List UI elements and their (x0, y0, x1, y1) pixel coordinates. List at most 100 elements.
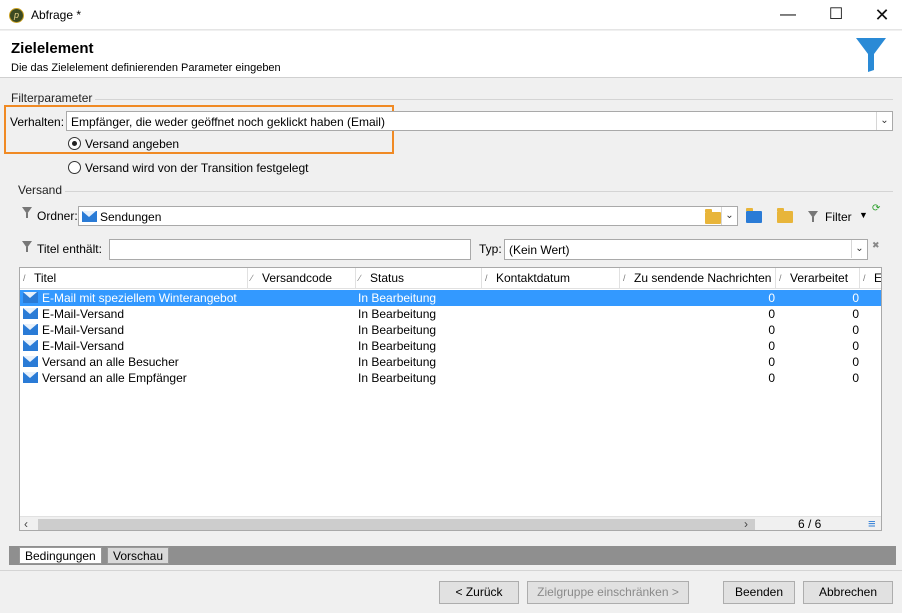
minimize-icon[interactable]: — (765, 0, 811, 30)
column-header-to-send[interactable]: / Zu sendende Nachrichten (620, 268, 776, 289)
envelope-icon (23, 308, 38, 319)
cell-status: In Bearbeitung (358, 307, 437, 321)
title-contains-input[interactable] (109, 239, 471, 260)
funnel-icon (856, 38, 886, 72)
envelope-icon (23, 356, 38, 367)
radio-specify-delivery[interactable] (68, 137, 81, 150)
cell-processed: 0 (852, 355, 859, 369)
chevron-down-icon[interactable]: ⌄ (876, 112, 892, 130)
sort-icon: / (863, 273, 866, 283)
cell-title: E-Mail-Versand (42, 323, 125, 337)
tab-conditions[interactable]: Bedingungen (19, 547, 102, 564)
narrow-target-button[interactable]: Zielgruppe einschränken > (527, 581, 689, 604)
radio-transition-delivery[interactable] (68, 161, 81, 174)
scroll-left-icon[interactable]: ‹ (24, 517, 28, 530)
maximize-icon[interactable]: ☐ (813, 0, 859, 30)
folder-value: Sendungen (100, 210, 162, 224)
cell-status: In Bearbeitung (358, 371, 437, 385)
table-row[interactable]: E-Mail-Versand In Bearbeitung 0 0 (20, 338, 881, 354)
sort-icon: / (623, 273, 626, 283)
cell-title: Versand an alle Empfänger (42, 371, 187, 385)
clear-icon[interactable]: ✖ (872, 240, 880, 251)
cell-title: E-Mail-Versand (42, 339, 125, 353)
column-header-status[interactable]: ∕ Status (356, 268, 482, 289)
radio-specify-delivery-label: Versand angeben (85, 137, 180, 151)
cell-to-send: 0 (768, 339, 775, 353)
table-row[interactable]: Versand an alle Empfänger In Bearbeitung 0… (20, 370, 881, 386)
cell-to-send: 0 (768, 371, 775, 385)
envelope-icon (23, 324, 38, 335)
column-header-more[interactable]: /Er (860, 268, 881, 289)
type-select-value: (Kein Wert) (509, 243, 570, 257)
envelope-icon (82, 211, 97, 222)
delivery-section-label: Versand (18, 183, 63, 197)
refresh-icon[interactable]: ⟳ (872, 203, 880, 214)
cell-status: In Bearbeitung (358, 339, 437, 353)
cell-to-send: 0 (768, 323, 775, 337)
horizontal-scrollbar[interactable]: ‹ › 6 / 6 ≡ (20, 516, 881, 531)
cell-status: In Bearbeitung (358, 355, 437, 369)
sort-icon: ∕ (251, 273, 253, 283)
list-menu-icon[interactable]: ≡ (868, 516, 876, 530)
close-icon[interactable]: ✕ (859, 0, 902, 30)
column-header-title[interactable]: / Titel (20, 268, 248, 289)
footer-divider (0, 570, 902, 571)
title-bar: p Abfrage * — ☐ ✕ (0, 0, 902, 30)
new-folder-icon[interactable] (746, 208, 762, 223)
folder-select[interactable]: Sendungen ⌄ (78, 206, 738, 226)
cell-processed: 0 (852, 339, 859, 353)
delivery-table[interactable]: / Titel ∕ Versandcode ∕ Status / Kontaktdatu… (19, 267, 882, 531)
cell-title: E-Mail mit speziellem Winterangebot (42, 291, 237, 305)
cell-to-send: 0 (768, 291, 775, 305)
page-subtitle: Die das Zielelement definierenden Parame… (11, 62, 281, 74)
cell-status: In Bearbeitung (358, 291, 437, 305)
radio-transition-delivery-label: Versand wird von der Transition festgele… (85, 161, 309, 175)
envelope-icon (23, 340, 38, 351)
cell-status: In Bearbeitung (358, 323, 437, 337)
scrollbar-thumb[interactable] (38, 519, 755, 530)
cell-to-send: 0 (768, 355, 775, 369)
sort-icon: / (23, 273, 26, 283)
page-title: Zielelement (11, 40, 94, 57)
chevron-down-icon[interactable]: ⌄ (851, 240, 867, 258)
column-header-code[interactable]: ∕ Versandcode (248, 268, 356, 289)
table-header: / Titel ∕ Versandcode ∕ Status / Kontaktdatu… (20, 268, 881, 289)
title-filter-icon (22, 241, 32, 252)
page-count: 6 / 6 (798, 517, 822, 531)
column-header-processed[interactable]: / Verarbeitet (776, 268, 860, 289)
folder-filter-icon (22, 207, 32, 218)
app-icon: p (9, 8, 24, 23)
cell-processed: 0 (852, 323, 859, 337)
cell-title: Versand an alle Besucher (42, 355, 179, 369)
type-select[interactable]: (Kein Wert) ⌄ (504, 239, 868, 260)
delivery-section-divider (65, 191, 893, 192)
filter-section-divider (95, 99, 893, 100)
cell-title: E-Mail-Versand (42, 307, 125, 321)
table-row[interactable]: Versand an alle Besucher In Bearbeitung 0 0 (20, 354, 881, 370)
filter-dropdown-icon[interactable]: ▼ (859, 210, 868, 220)
chevron-down-icon[interactable]: ⌄ (721, 207, 737, 225)
filter-section-label: Filterparameter (11, 91, 93, 105)
column-header-contact-date[interactable]: / Kontaktdatum (482, 268, 620, 289)
envelope-icon (23, 372, 38, 383)
cancel-button[interactable]: Abbrechen (803, 581, 893, 604)
behavior-select[interactable]: Empfänger, die weder geöffnet noch gekli… (66, 111, 893, 131)
table-row[interactable]: E-Mail-Versand In Bearbeitung 0 0 (20, 322, 881, 338)
open-folder-icon[interactable] (777, 208, 793, 223)
table-row[interactable]: E-Mail mit speziellem Winterangebot In Be… (20, 290, 881, 306)
behavior-select-value: Empfänger, die weder geöffnet noch gekli… (71, 115, 385, 129)
cell-to-send: 0 (768, 307, 775, 321)
table-row[interactable]: E-Mail-Versand In Bearbeitung 0 0 (20, 306, 881, 322)
sort-icon: ∕ (359, 273, 361, 283)
scroll-right-icon[interactable]: › (744, 517, 748, 530)
window-title: Abfrage * (31, 8, 82, 22)
type-label: Typ: (479, 242, 502, 256)
folder-icon[interactable] (705, 209, 721, 224)
sort-icon: / (779, 273, 782, 283)
filter-button[interactable]: Filter (825, 210, 852, 224)
filter-icon (808, 211, 818, 222)
tab-preview[interactable]: Vorschau (107, 547, 170, 564)
cell-processed: 0 (852, 291, 859, 305)
back-button[interactable]: < Zurück (439, 581, 519, 604)
finish-button[interactable]: Beenden (723, 581, 795, 604)
